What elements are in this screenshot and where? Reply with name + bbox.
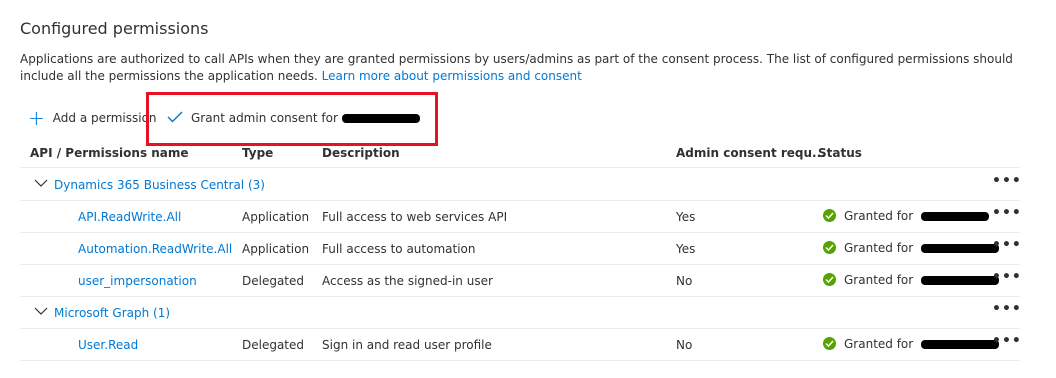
group-name[interactable]: Dynamics 365 Business Central (3) bbox=[54, 178, 265, 192]
permission-description: Full access to web services API bbox=[322, 210, 508, 224]
header-status[interactable]: Status bbox=[818, 146, 862, 160]
status-text: Granted for bbox=[844, 209, 914, 223]
admin-consent-value: Yes bbox=[676, 210, 696, 224]
permission-name-link[interactable]: Automation.ReadWrite.All bbox=[78, 242, 232, 256]
plus-icon: + bbox=[28, 106, 45, 130]
status-cell: Granted for bbox=[823, 209, 990, 223]
check-circle-icon bbox=[823, 337, 836, 350]
table-header: API / Permissions name Type Description … bbox=[20, 142, 1020, 168]
status-cell: Granted for bbox=[823, 337, 1000, 351]
permission-type: Delegated bbox=[242, 338, 305, 352]
permission-name-link[interactable]: user_impersonation bbox=[78, 274, 197, 288]
group-name[interactable]: Microsoft Graph (1) bbox=[54, 306, 170, 320]
header-api[interactable]: API / Permissions name bbox=[30, 146, 189, 160]
header-admin-consent[interactable]: Admin consent requ... bbox=[676, 146, 826, 160]
more-options-icon[interactable]: ••• bbox=[992, 205, 1022, 221]
more-options-icon[interactable]: ••• bbox=[992, 333, 1022, 349]
status-text: Granted for bbox=[844, 241, 914, 255]
chevron-down-icon[interactable] bbox=[34, 305, 48, 319]
header-type[interactable]: Type bbox=[242, 146, 273, 160]
check-circle-icon bbox=[823, 273, 836, 286]
status-text: Granted for bbox=[844, 273, 914, 287]
more-options-icon[interactable]: ••• bbox=[992, 173, 1022, 189]
section-title: Configured permissions bbox=[20, 19, 209, 38]
add-permission-button[interactable]: + Add a permission bbox=[28, 108, 157, 128]
more-options-icon[interactable]: ••• bbox=[992, 237, 1022, 253]
permission-type: Application bbox=[242, 210, 310, 224]
admin-consent-value: No bbox=[676, 274, 693, 288]
more-options-icon[interactable]: ••• bbox=[992, 269, 1022, 285]
redacted-tenant-name bbox=[921, 212, 990, 221]
status-cell: Granted for bbox=[823, 241, 1000, 255]
status-cell: Granted for bbox=[823, 273, 1000, 287]
permission-name-link[interactable]: API.ReadWrite.All bbox=[78, 210, 181, 224]
admin-consent-value: No bbox=[676, 338, 693, 352]
group-row-microsoft-graph[interactable]: Microsoft Graph (1) ••• bbox=[20, 297, 1022, 329]
section-description: Applications are authorized to call APIs… bbox=[20, 51, 1030, 85]
admin-consent-value: Yes bbox=[676, 242, 696, 256]
table-row: API.ReadWrite.All Application Full acces… bbox=[20, 201, 1022, 233]
permission-type: Delegated bbox=[242, 274, 305, 288]
redacted-tenant-name bbox=[921, 276, 1000, 285]
permission-description: Access as the signed-in user bbox=[322, 274, 493, 288]
check-circle-icon bbox=[823, 241, 836, 254]
status-text: Granted for bbox=[844, 337, 914, 351]
more-options-icon[interactable]: ••• bbox=[992, 301, 1022, 317]
table-row: User.Read Delegated Sign in and read use… bbox=[20, 329, 1022, 361]
permission-description: Full access to automation bbox=[322, 242, 476, 256]
table-row: user_impersonation Delegated Access as t… bbox=[20, 265, 1022, 297]
header-description[interactable]: Description bbox=[322, 146, 400, 160]
add-permission-label: Add a permission bbox=[52, 111, 157, 125]
redacted-tenant-name bbox=[921, 340, 1000, 349]
learn-more-link[interactable]: Learn more about permissions and consent bbox=[322, 69, 582, 83]
permission-type: Application bbox=[242, 242, 310, 256]
chevron-down-icon[interactable] bbox=[34, 177, 48, 191]
highlight-box bbox=[146, 92, 438, 146]
permission-name-link[interactable]: User.Read bbox=[78, 338, 138, 352]
check-circle-icon bbox=[823, 209, 836, 222]
table-row: Automation.ReadWrite.All Application Ful… bbox=[20, 233, 1022, 265]
group-row-dynamics[interactable]: Dynamics 365 Business Central (3) ••• bbox=[20, 169, 1022, 201]
permission-description: Sign in and read user profile bbox=[322, 338, 492, 352]
redacted-tenant-name bbox=[921, 244, 1000, 253]
